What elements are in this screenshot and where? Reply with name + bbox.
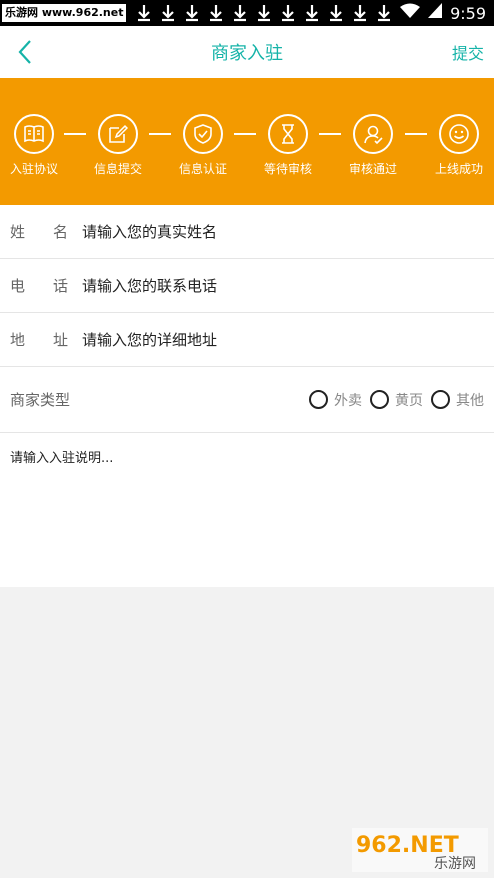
download-icon — [328, 4, 343, 22]
step-label: 上线成功 — [434, 162, 483, 176]
signal-icon — [428, 3, 443, 23]
status-time: 9:59 — [450, 3, 486, 23]
step-waiting: 等待审核 — [248, 114, 328, 177]
download-icon — [280, 4, 295, 22]
page-title: 商家入驻 — [211, 43, 283, 64]
radio-takeout[interactable]: 外卖 — [309, 390, 362, 410]
merchant-type-row: 商家类型 外卖 黄页 其他 — [0, 367, 494, 433]
name-label: 姓名 — [10, 223, 68, 241]
download-icon — [376, 4, 391, 22]
user-check-icon — [364, 125, 383, 145]
step-label: 入驻协议 — [9, 162, 58, 176]
step-agreement: 入驻协议 — [0, 114, 74, 177]
back-button[interactable] — [14, 38, 38, 66]
name-input[interactable] — [80, 221, 494, 242]
download-icon — [352, 4, 367, 22]
download-icon — [232, 4, 247, 22]
download-icon — [304, 4, 319, 22]
radio-circle-icon — [431, 390, 450, 409]
name-row: 姓名 — [0, 205, 494, 259]
hourglass-icon — [282, 124, 294, 144]
download-icons — [136, 4, 391, 22]
address-row: 地址 — [0, 313, 494, 367]
phone-label: 电话 — [10, 277, 68, 295]
wifi-icon — [400, 3, 421, 23]
phone-row: 电话 — [0, 259, 494, 313]
download-icon — [208, 4, 223, 22]
phone-input[interactable] — [80, 275, 494, 296]
merchant-type-options: 外卖 黄页 其他 — [309, 390, 494, 410]
download-icon — [160, 4, 175, 22]
title-bar: 商家入驻 提交 — [0, 26, 494, 78]
step-label: 审核通过 — [348, 162, 397, 176]
steps-banner: 入驻协议 信息提交 信息认证 等待审核 审核通过 上线成功 — [0, 78, 494, 205]
chevron-left-icon — [18, 40, 31, 64]
step-label: 信息认证 — [178, 162, 227, 176]
step-submit-info: 信息提交 — [78, 114, 158, 177]
book-icon — [24, 125, 44, 143]
step-online: 上线成功 — [419, 114, 494, 177]
edit-icon — [109, 124, 129, 143]
merchant-type-label: 商家类型 — [10, 391, 71, 409]
step-approved: 审核通过 — [333, 114, 413, 177]
step-label: 等待审核 — [263, 162, 312, 176]
download-icon — [184, 4, 199, 22]
shield-check-icon — [194, 124, 212, 144]
watermark-text-bottom: 乐游网 — [434, 856, 476, 872]
download-icon — [256, 4, 271, 22]
step-label: 信息提交 — [93, 162, 142, 176]
status-bar: 乐游网 www.962.net 9:59 — [0, 0, 494, 26]
radio-other[interactable]: 其他 — [431, 390, 484, 410]
submit-button[interactable]: 提交 — [452, 40, 484, 64]
address-input[interactable] — [80, 329, 494, 350]
watermark-logo: 962.NET 乐游网 — [352, 828, 488, 872]
smile-icon — [449, 124, 469, 144]
radio-yellow-pages[interactable]: 黄页 — [370, 390, 423, 410]
merchant-form: 姓名 电话 地址 商家类型 外卖 黄页 其他 请输入入驻说明... — [0, 205, 494, 587]
watermark-text-top: 962.NET — [356, 833, 459, 858]
status-brand: 乐游网 www.962.net — [2, 4, 127, 22]
address-label: 地址 — [10, 331, 68, 349]
download-icon — [136, 4, 151, 22]
radio-circle-icon — [309, 390, 328, 409]
step-verify: 信息认证 — [163, 114, 243, 177]
radio-circle-icon — [370, 390, 389, 409]
description-textarea[interactable]: 请输入入驻说明... — [0, 433, 494, 587]
